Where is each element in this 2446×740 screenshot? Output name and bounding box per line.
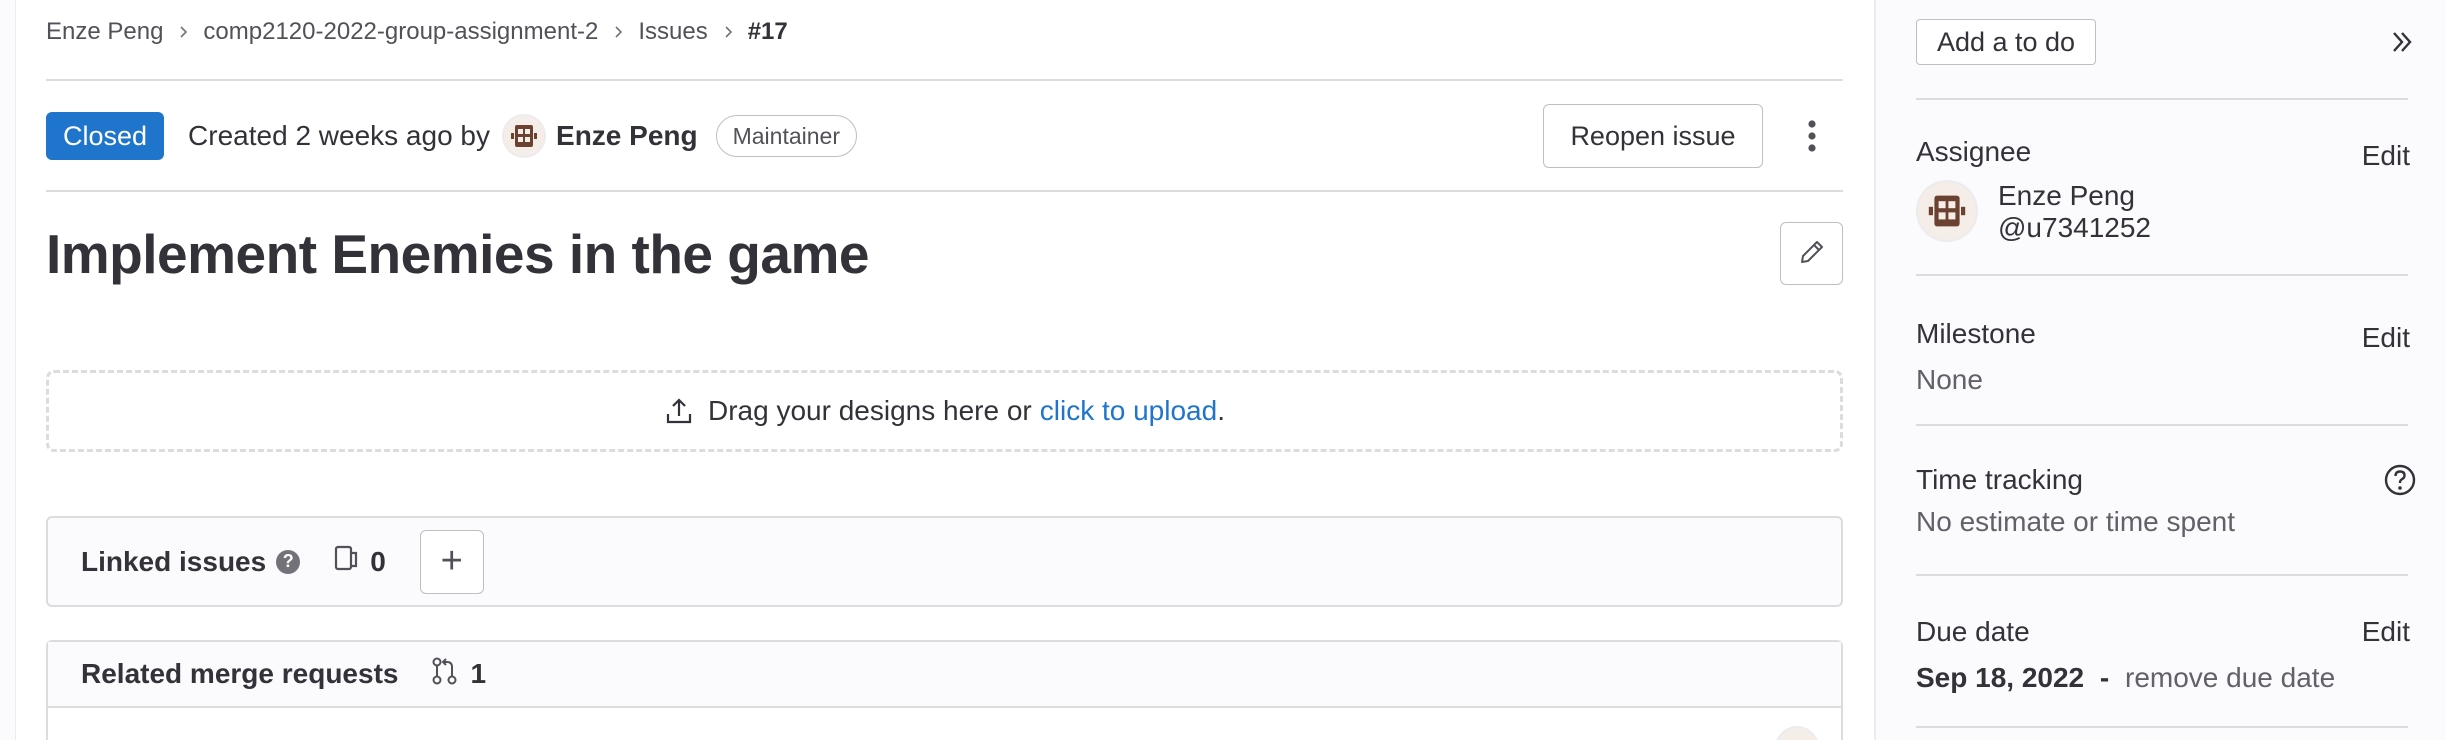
upload-link[interactable]: click to upload	[1040, 395, 1217, 427]
issue-page: Enze Peng comp2120-2022-group-assignment…	[0, 0, 2446, 740]
milestone-edit-link[interactable]: Edit	[2362, 322, 2410, 354]
merge-request-icon	[430, 656, 470, 693]
double-chevron-right-icon[interactable]	[2382, 22, 2422, 62]
role-badge: Maintainer	[715, 115, 857, 157]
divider	[1916, 574, 2408, 576]
design-dropzone[interactable]: Drag your designs here or click to uploa…	[46, 370, 1843, 452]
due-date-row: Sep 18, 2022 - remove due date	[1916, 662, 2335, 694]
related-merge-requests-count-value: 1	[470, 658, 487, 689]
divider	[1916, 424, 2408, 426]
remove-due-date-link[interactable]: remove due date	[2125, 662, 2335, 693]
due-date-edit-link[interactable]: Edit	[2362, 616, 2410, 648]
issue-sidebar: Add a to do Assignee Edit Enze Peng @u73…	[1874, 0, 2446, 740]
divider	[1916, 726, 2408, 728]
time-tracking-label: Time tracking	[1916, 464, 2084, 495]
related-merge-requests-header: Related merge requests 1	[48, 642, 1841, 708]
created-text: Created 2 weeks ago by	[188, 120, 491, 151]
linked-issues-count-value: 0	[370, 545, 386, 577]
breadcrumb-item-issues[interactable]: Issues	[638, 18, 707, 46]
divider	[1916, 98, 2408, 100]
assignee-name[interactable]: Enze Peng	[1998, 180, 2135, 212]
dropzone-period: .	[1217, 395, 1225, 426]
assignee-edit-link[interactable]: Edit	[2362, 140, 2410, 172]
avatar-icon[interactable]	[502, 114, 547, 158]
issue-main-content: Enze Peng comp2120-2022-group-assignment…	[46, 0, 1843, 740]
breadcrumb-item-user[interactable]: Enze Peng	[46, 18, 163, 46]
divider	[1916, 274, 2408, 276]
plus-icon: +	[440, 540, 463, 582]
milestone-label: Milestone	[1916, 318, 2036, 349]
assignee-label: Assignee	[1916, 136, 2032, 167]
chevron-right-icon	[598, 25, 638, 39]
dropzone-text: Drag your designs here or	[708, 395, 1032, 426]
kebab-icon[interactable]	[1792, 112, 1832, 160]
avatar-icon[interactable]	[1916, 180, 1978, 242]
linked-issues-card: Linked issues ? 0 +	[46, 516, 1843, 607]
due-date-label: Due date	[1916, 616, 2030, 647]
milestone-value: None	[1916, 364, 1983, 395]
add-todo-button[interactable]: Add a to do	[1916, 19, 2096, 65]
author-name[interactable]: Enze Peng	[556, 120, 698, 152]
divider	[46, 79, 1843, 81]
due-date-separator: -	[2099, 662, 2110, 693]
question-circle-icon[interactable]	[2382, 462, 2418, 498]
time-tracking-value: No estimate or time spent	[1916, 506, 2236, 537]
avatar-icon	[1775, 726, 1819, 740]
breadcrumb-item-current[interactable]: #17	[748, 18, 788, 46]
pencil-icon	[1797, 237, 1827, 270]
issue-title: Implement Enemies in the game	[46, 223, 869, 285]
assignee-username: @u7341252	[1998, 212, 2152, 243]
help-icon[interactable]: ?	[276, 549, 301, 574]
status-badge: Closed	[46, 112, 165, 160]
breadcrumb: Enze Peng comp2120-2022-group-assignment…	[46, 17, 788, 47]
upload-icon	[664, 396, 694, 426]
linked-issues-count: 0	[332, 544, 386, 579]
chevron-right-icon	[708, 25, 748, 39]
left-nav-gutter	[0, 0, 16, 740]
divider	[46, 190, 1843, 192]
edit-title-button[interactable]	[1780, 222, 1843, 285]
issue-icon	[332, 544, 370, 579]
related-merge-requests-title: Related merge requests	[81, 658, 399, 689]
linked-issues-title: Linked issues	[81, 545, 267, 577]
due-date-value: Sep 18, 2022	[1916, 662, 2085, 693]
breadcrumb-item-project[interactable]: comp2120-2022-group-assignment-2	[203, 18, 598, 46]
chevron-right-icon	[163, 25, 203, 39]
related-merge-requests-count: 1	[430, 656, 486, 693]
related-merge-requests-card: Related merge requests 1	[46, 640, 1843, 740]
add-linked-issue-button[interactable]: +	[419, 529, 484, 594]
reopen-issue-button[interactable]: Reopen issue	[1543, 104, 1763, 168]
